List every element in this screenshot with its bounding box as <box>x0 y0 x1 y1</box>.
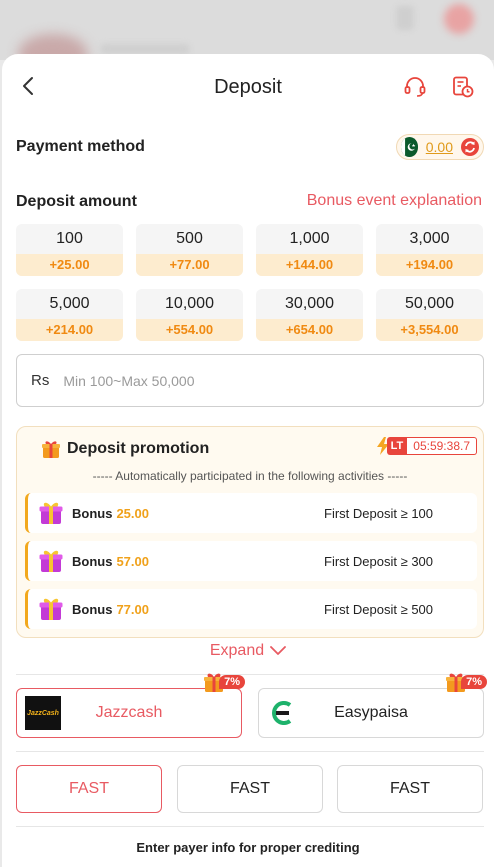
amount-bonus: +25.00 <box>16 254 123 276</box>
deposit-sheet: Deposit Payment method 0.00 Deposit amou… <box>2 54 494 867</box>
background-page <box>0 0 494 60</box>
lt-label: LT <box>386 437 408 455</box>
gift-icon <box>39 502 63 524</box>
chevron-down-icon <box>270 646 287 655</box>
speed-option[interactable]: FAST <box>177 765 323 813</box>
promotion-row: Bonus 25.00 First Deposit ≥ 100 <box>25 493 477 533</box>
expand-label: Expand <box>209 642 265 659</box>
headset-icon <box>404 77 426 97</box>
amount-value: 100 <box>56 230 83 247</box>
promotion-row: Bonus 57.00 First Deposit ≥ 300 <box>25 541 477 581</box>
bonus-event-link[interactable]: Bonus event explanation <box>307 192 482 210</box>
background-blur <box>396 6 414 30</box>
amount-value: 10,000 <box>165 295 214 312</box>
currency-label: Rs <box>31 372 50 389</box>
background-blur <box>444 4 474 34</box>
history-button[interactable] <box>448 72 478 102</box>
amount-bonus: +3,554.00 <box>376 319 483 341</box>
amount-input[interactable] <box>63 372 469 389</box>
amount-option[interactable]: 500 +77.00 <box>136 224 243 276</box>
promotion-subtitle: ----- Automatically participated in the … <box>92 469 408 483</box>
divider <box>16 826 484 827</box>
background-blur <box>100 44 190 54</box>
bonus-condition: First Deposit ≥ 500 <box>324 601 434 617</box>
amount-bonus: +554.00 <box>136 319 243 341</box>
amount-value: 500 <box>176 230 203 247</box>
amount-bonus: +654.00 <box>256 319 363 341</box>
bonus-label: Bonus <box>72 553 113 569</box>
expand-button[interactable]: Expand <box>2 642 494 660</box>
amount-bonus: +194.00 <box>376 254 483 276</box>
bonus-amount: 57.00 <box>116 553 149 569</box>
support-button[interactable] <box>400 72 430 102</box>
amount-option[interactable]: 5,000 +214.00 <box>16 289 123 341</box>
bonus-condition: First Deposit ≥ 100 <box>324 505 434 521</box>
channel-label: Easypaisa <box>334 704 408 721</box>
payer-info-note: Enter payer info for proper crediting <box>136 840 360 855</box>
gift-icon <box>39 598 63 620</box>
balance-value: 0.00 <box>425 139 453 155</box>
amount-bonus: +214.00 <box>16 319 123 341</box>
amount-option[interactable]: 30,000 +654.00 <box>256 289 363 341</box>
amount-option[interactable]: 1,000 +144.00 <box>256 224 363 276</box>
gift-icon <box>39 550 63 572</box>
amount-option[interactable]: 50,000 +3,554.00 <box>376 289 483 341</box>
bonus-amount: 25.00 <box>116 505 149 521</box>
deposit-amount-label: Deposit amount <box>16 193 137 210</box>
amount-value: 30,000 <box>285 295 334 312</box>
amount-bonus: +144.00 <box>256 254 363 276</box>
amount-option[interactable]: 100 +25.00 <box>16 224 123 276</box>
amount-value: 50,000 <box>405 295 454 312</box>
gift-icon <box>42 441 60 458</box>
deposit-promotion-card: Deposit promotion LT 05:59:38.7 ----- Au… <box>16 426 484 638</box>
channel-label: Jazzcash <box>95 704 163 721</box>
divider <box>16 674 484 675</box>
limited-time-badge: LT 05:59:38.7 <box>376 437 477 455</box>
bonus-percent: 7% <box>219 675 245 689</box>
bonus-percent: 7% <box>461 675 487 689</box>
channel-jazzcash[interactable]: JazzCash Jazzcash 7% <box>16 673 245 738</box>
balance-pill[interactable]: 0.00 <box>396 134 484 160</box>
channel-bonus-tag: 7% <box>203 671 245 693</box>
amount-bonus: +77.00 <box>136 254 243 276</box>
bonus-label: Bonus <box>72 601 113 617</box>
amount-value: 3,000 <box>409 230 450 247</box>
channel-bonus-tag: 7% <box>445 671 487 693</box>
header: Deposit <box>2 54 494 120</box>
divider <box>16 751 484 752</box>
payment-method-label: Payment method <box>16 138 145 155</box>
refresh-icon[interactable] <box>461 138 479 156</box>
channel-easypaisa[interactable]: Easypaisa 7% <box>258 673 487 738</box>
amount-option[interactable]: 10,000 +554.00 <box>136 289 243 341</box>
amount-input-box[interactable]: Rs <box>16 354 484 407</box>
promotion-title: Deposit promotion <box>41 439 209 459</box>
amount-value: 5,000 <box>49 295 90 312</box>
bonus-condition: First Deposit ≥ 300 <box>324 553 434 569</box>
bonus-amount: 77.00 <box>116 601 149 617</box>
amount-option[interactable]: 3,000 +194.00 <box>376 224 483 276</box>
speed-option[interactable]: FAST <box>16 765 162 813</box>
bonus-label: Bonus <box>72 505 113 521</box>
promotion-title-text: Deposit promotion <box>67 440 210 457</box>
promotion-row: Bonus 77.00 First Deposit ≥ 500 <box>25 589 477 629</box>
pakistan-flag-icon <box>401 137 418 157</box>
record-clock-icon <box>453 76 474 98</box>
countdown-timer: 05:59:38.7 <box>407 437 477 455</box>
speed-option[interactable]: FAST <box>337 765 483 813</box>
amount-value: 1,000 <box>289 230 330 247</box>
